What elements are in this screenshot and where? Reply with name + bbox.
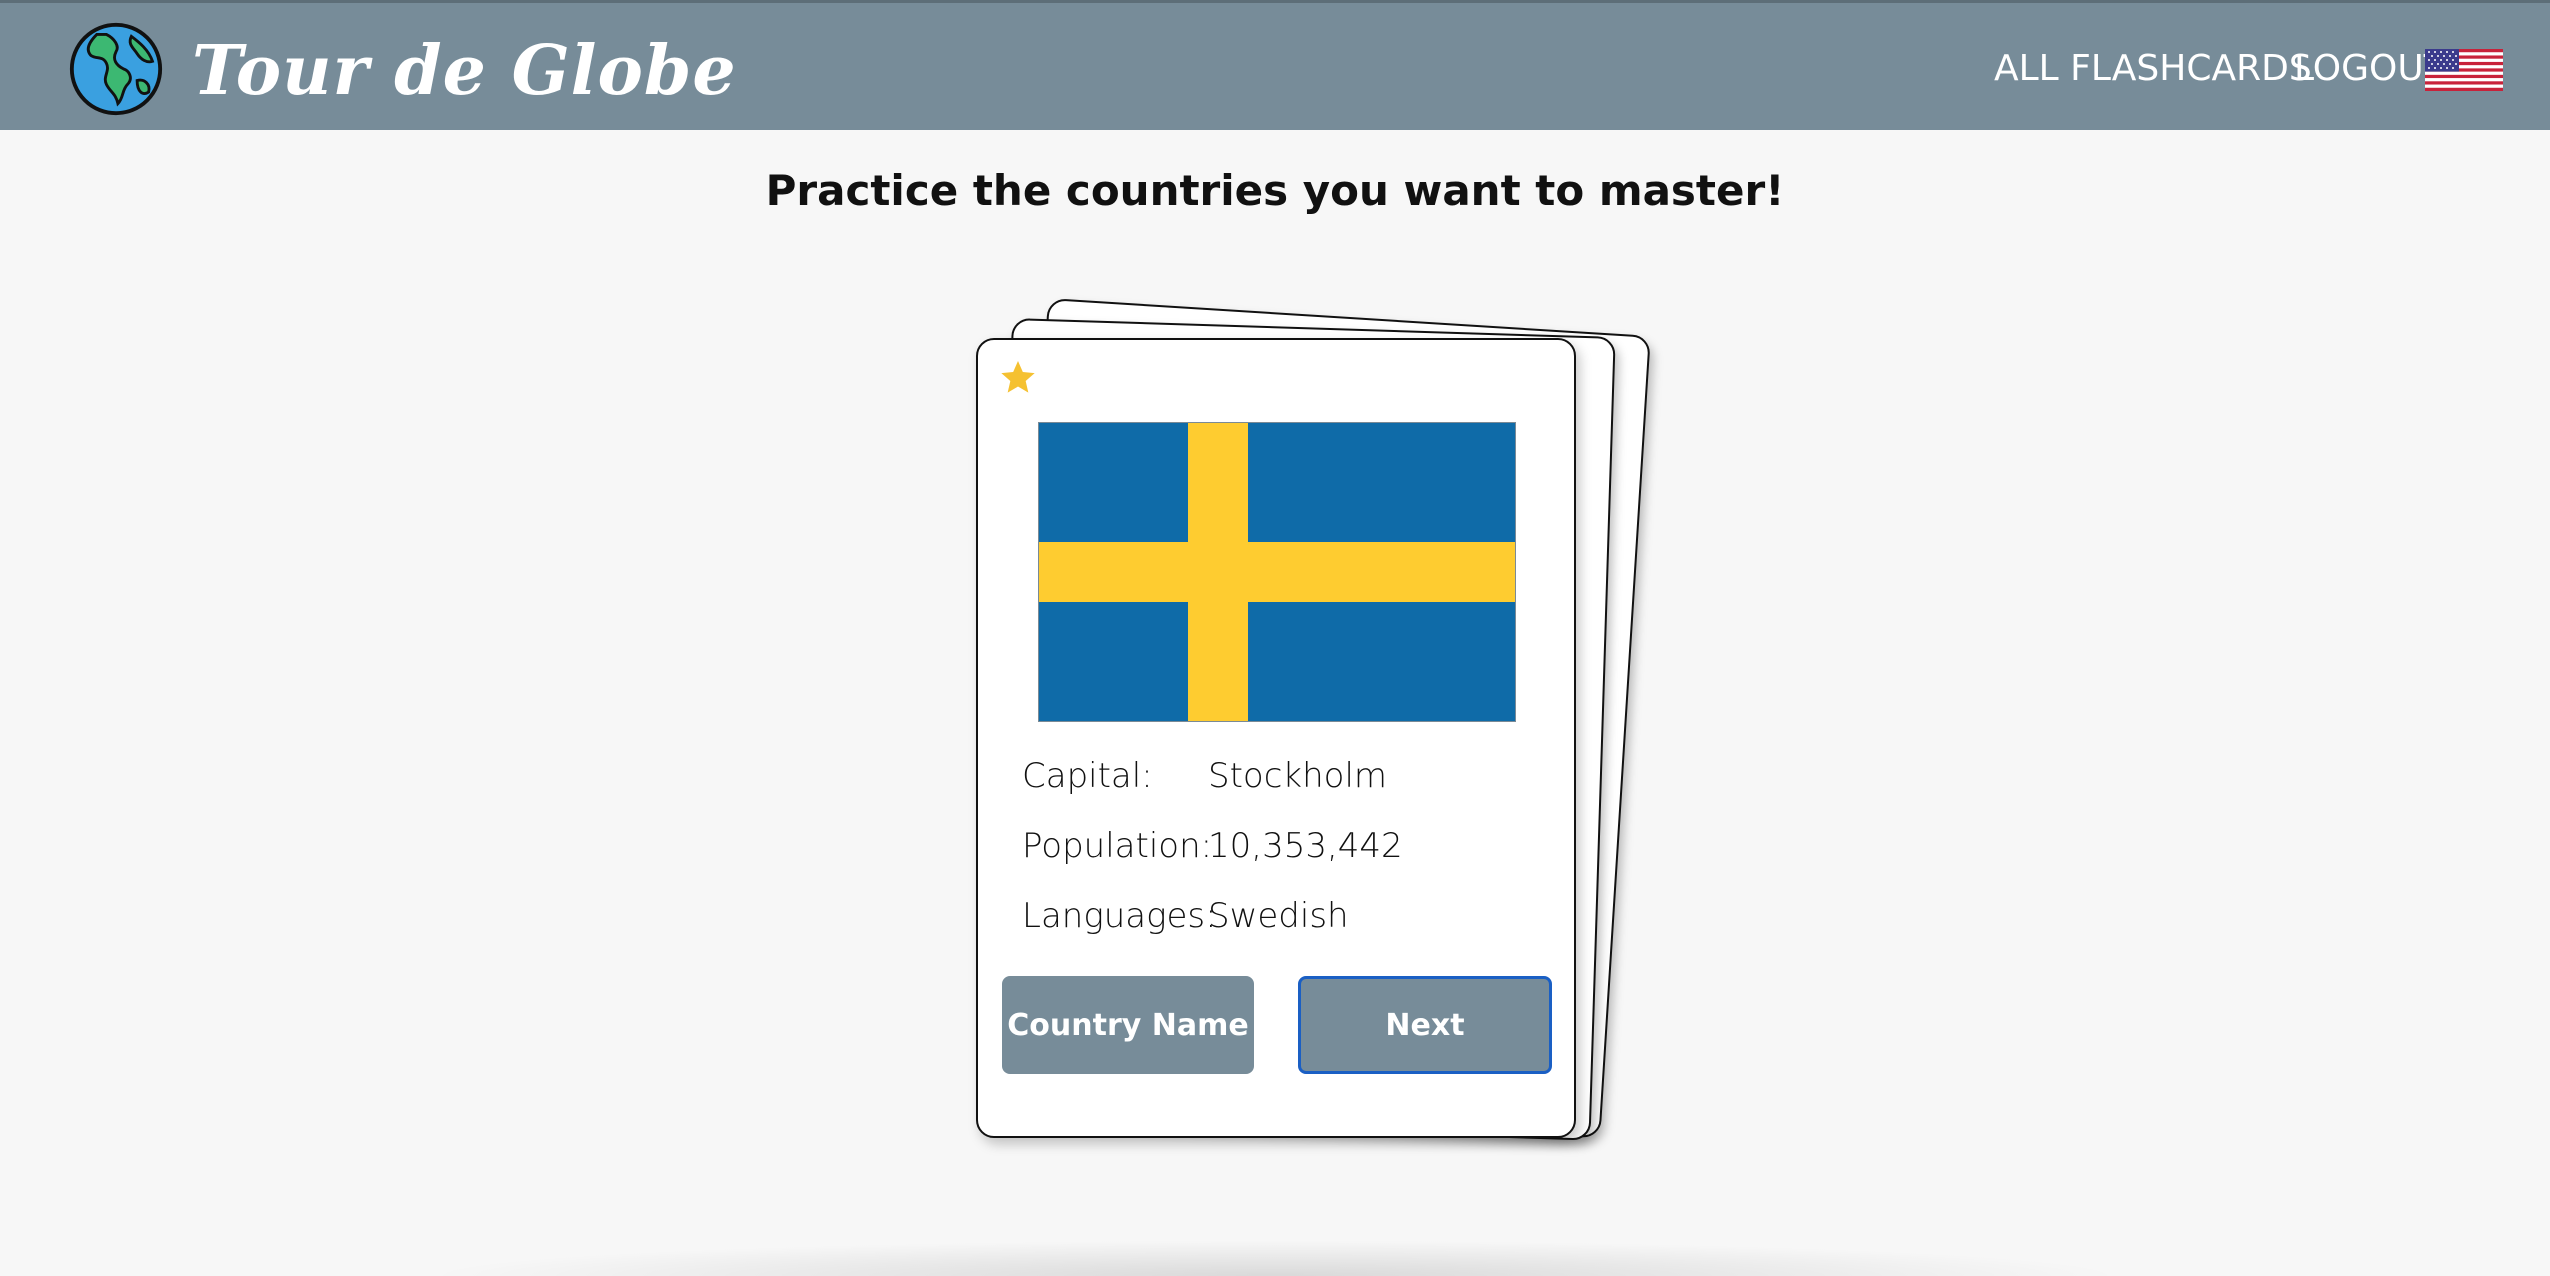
brand-title[interactable]: Tour de Globe — [192, 23, 737, 119]
population-label: Population: — [1022, 826, 1213, 866]
nav-all-flashcards[interactable]: ALL FLASHCARDS — [1994, 41, 2312, 97]
country-name-button[interactable]: Country Name — [1002, 976, 1254, 1074]
languages-value: Swedish — [1208, 896, 1349, 936]
bottom-panel-shadow — [420, 1240, 2130, 1276]
page-title: Practice the countries you want to maste… — [765, 166, 1785, 215]
globe-icon[interactable] — [68, 21, 164, 117]
top-navbar: Tour de Globe ALL FLASHCARDS LOGOUT — [0, 0, 2550, 130]
sweden-flag — [1038, 422, 1516, 722]
languages-label: Languages: — [1022, 896, 1217, 936]
next-button[interactable]: Next — [1298, 976, 1552, 1074]
star-icon[interactable] — [998, 358, 1038, 398]
nav-logout[interactable]: LOGOUT — [2294, 41, 2446, 97]
capital-value: Stockholm — [1208, 756, 1388, 796]
us-flag-icon[interactable] — [2425, 49, 2503, 91]
flashcard: Capital: Stockholm Population: 10,353,44… — [976, 338, 1576, 1138]
population-value: 10,353,442 — [1208, 826, 1403, 866]
capital-label: Capital: — [1022, 756, 1153, 796]
